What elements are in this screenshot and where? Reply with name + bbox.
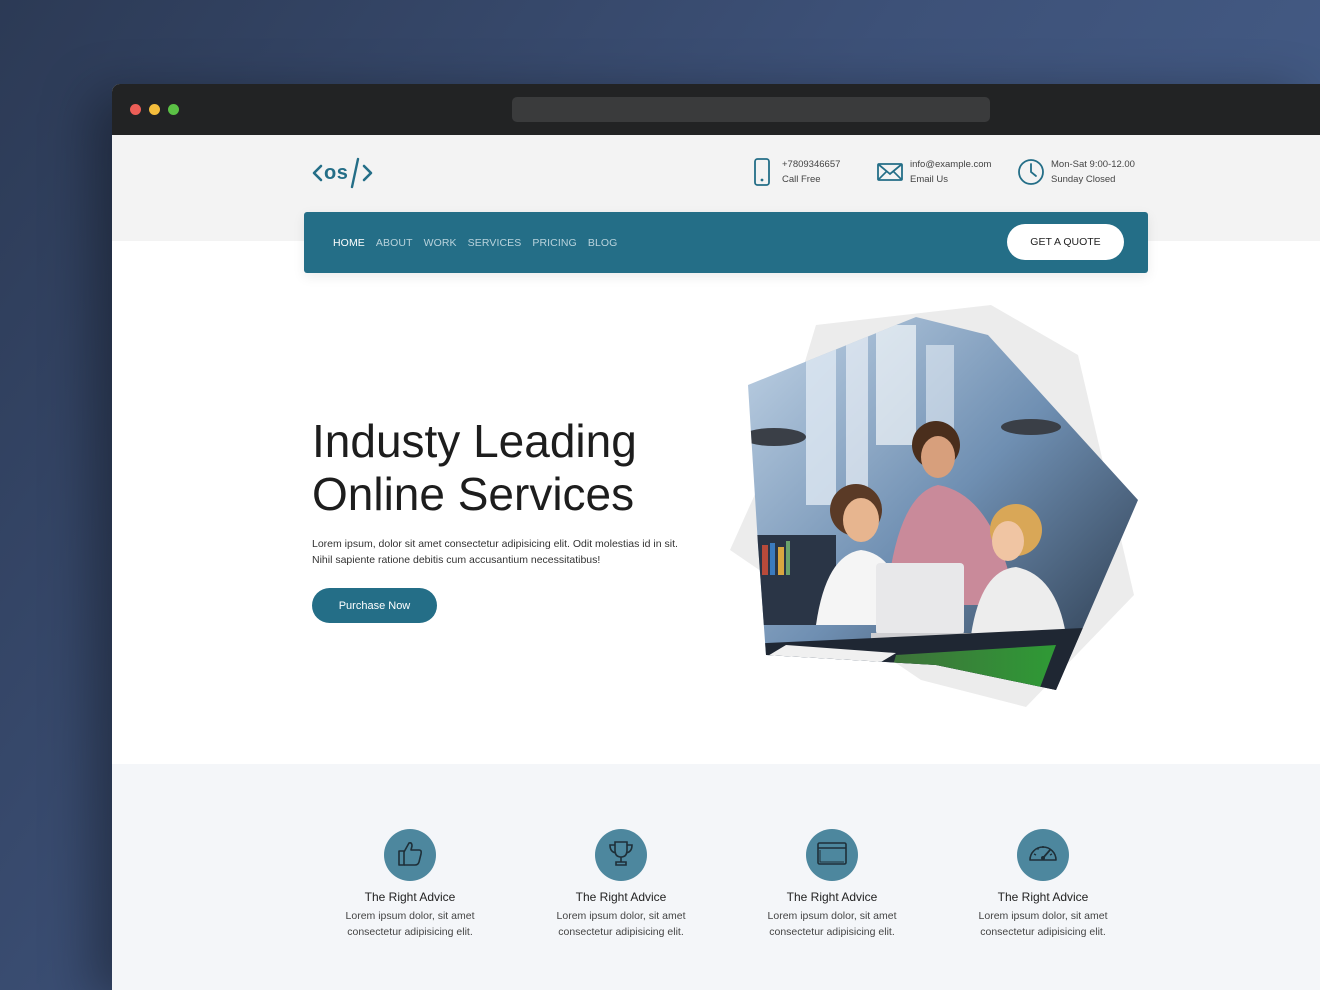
phone-label: Call Free [782, 174, 821, 185]
hours-time: Mon-Sat 9:00-12.00 [1051, 159, 1135, 170]
features-section: The Right Advice Lorem ipsum dolor, sit … [112, 764, 1320, 990]
clock-icon [1017, 157, 1045, 187]
speedometer-icon [1026, 838, 1060, 873]
feature-description-line-1: Lorem ipsum dolor, sit amet [345, 910, 475, 922]
svg-text:os: os [324, 162, 348, 184]
trophy-icon [606, 838, 636, 873]
feature-description-line-2: consectetur adipisicing elit. [347, 925, 473, 938]
feature-description-line-2: consectetur adipisicing elit. [558, 925, 684, 938]
web-page: os +7809346657 Call Free info@example.co… [112, 135, 1320, 990]
feature-title: The Right Advice [786, 890, 878, 904]
logo-mark: os [312, 157, 373, 189]
close-window-button[interactable] [130, 104, 141, 115]
minimize-window-button[interactable] [149, 104, 160, 115]
nav-item-home[interactable]: HOME [333, 237, 365, 249]
hero-title-line-2: Online Services [312, 468, 635, 520]
get-a-quote-button[interactable]: GET A QUOTE [1007, 224, 1124, 260]
contact-hours: Mon-Sat 9:00-12.00 Sunday Closed [1017, 157, 1135, 187]
email-address: info@example.com [910, 159, 992, 170]
envelope-icon [876, 157, 904, 187]
feature-title: The Right Advice [364, 890, 456, 904]
nav-item-services[interactable]: SERVICES [468, 237, 522, 249]
feature-card: The Right Advice Lorem ipsum dolor, sit … [943, 829, 1143, 940]
phone-number: +7809346657 [782, 159, 841, 170]
feature-icon-circle [806, 829, 858, 881]
hero-description-line-1: Lorem ipsum, dolor sit amet consectetur … [312, 538, 678, 550]
feature-card: The Right Advice Lorem ipsum dolor, sit … [310, 829, 510, 940]
feature-title: The Right Advice [997, 890, 1089, 904]
feature-description: Lorem ipsum dolor, sit amet consectetur … [521, 909, 721, 940]
feature-description-line-2: consectetur adipisicing elit. [980, 925, 1106, 938]
feature-title: The Right Advice [575, 890, 667, 904]
feature-icon-circle [1017, 829, 1069, 881]
contact-phone[interactable]: +7809346657 Call Free [752, 157, 840, 187]
feature-description-line-2: consectetur adipisicing elit. [769, 925, 895, 938]
feature-description: Lorem ipsum dolor, sit amet consectetur … [943, 909, 1143, 940]
site-logo[interactable]: os [312, 156, 376, 190]
hero-description: Lorem ipsum, dolor sit amet consectetur … [312, 537, 732, 568]
nav-menu: HOME ABOUT WORK SERVICES PRICING BLOG [333, 212, 628, 273]
purchase-now-button[interactable]: Purchase Now [312, 588, 437, 623]
hero-title: Industy Leading Online Services [312, 415, 732, 521]
feature-icon-circle [384, 829, 436, 881]
feature-description-line-1: Lorem ipsum dolor, sit amet [767, 910, 897, 922]
nav-item-pricing[interactable]: PRICING [532, 237, 576, 249]
nav-item-work[interactable]: WORK [424, 237, 457, 249]
browser-titlebar [112, 84, 1320, 135]
email-label: Email Us [910, 174, 949, 185]
nav-item-about[interactable]: ABOUT [376, 237, 413, 249]
feature-description: Lorem ipsum dolor, sit amet consectetur … [732, 909, 932, 940]
hero-description-line-2: Nihil sapiente ratione debitis cum accus… [312, 553, 601, 566]
browser-window-icon [815, 838, 849, 873]
feature-card: The Right Advice Lorem ipsum dolor, sit … [732, 829, 932, 940]
address-bar[interactable] [512, 97, 990, 122]
feature-icon-circle [595, 829, 647, 881]
maximize-window-button[interactable] [168, 104, 179, 115]
hours-label: Sunday Closed [1051, 174, 1116, 185]
feature-description: Lorem ipsum dolor, sit amet consectetur … [310, 909, 510, 940]
feature-description-line-1: Lorem ipsum dolor, sit amet [978, 910, 1108, 922]
feature-description-line-1: Lorem ipsum dolor, sit amet [556, 910, 686, 922]
phone-icon [752, 157, 772, 187]
hero-image [726, 305, 1146, 730]
nav-item-blog[interactable]: BLOG [588, 237, 618, 249]
contact-email[interactable]: info@example.com Email Us [876, 157, 991, 187]
browser-window: os +7809346657 Call Free info@example.co… [112, 84, 1320, 990]
hero-title-line-1: Industy Leading [312, 415, 637, 467]
main-navigation: HOME ABOUT WORK SERVICES PRICING BLOG GE… [304, 212, 1148, 273]
feature-card: The Right Advice Lorem ipsum dolor, sit … [521, 829, 721, 940]
thumbs-up-icon [395, 838, 425, 873]
